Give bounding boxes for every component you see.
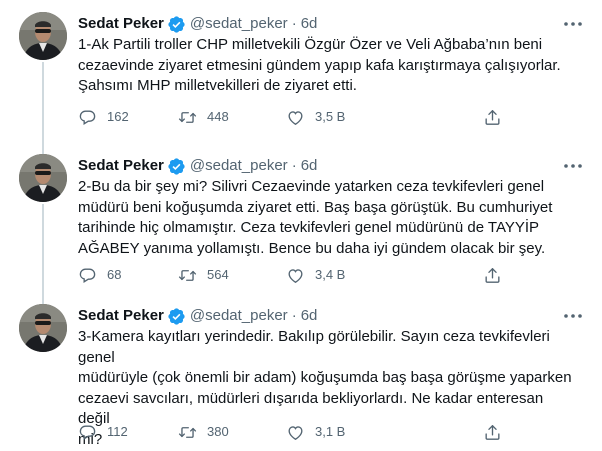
reply-icon bbox=[79, 424, 96, 440]
share-icon bbox=[485, 424, 500, 440]
tweet-text: 2-Bu da bir şey mi? Silivri Cezaevinde y… bbox=[78, 178, 553, 257]
reply-button[interactable]: 68 bbox=[78, 264, 121, 286]
tweet-actions: 162 448 3,5 B bbox=[78, 106, 578, 128]
share-icon bbox=[485, 267, 500, 283]
tweet-thread: Sedat Peker @sedat_peker · 6d 1-Ak Parti… bbox=[0, 0, 602, 451]
thread-connector-line bbox=[42, 62, 44, 154]
thread-connector-line bbox=[42, 204, 44, 304]
like-count: 3,1 B bbox=[315, 424, 346, 439]
author-name[interactable]: Sedat Peker bbox=[78, 156, 164, 176]
tweet-2[interactable]: Sedat Peker @sedat_peker · 6d 2-Bu da bi… bbox=[0, 142, 602, 304]
reply-button[interactable]: 162 bbox=[78, 106, 129, 128]
tweet-1[interactable]: Sedat Peker @sedat_peker · 6d 1-Ak Parti… bbox=[0, 0, 602, 154]
retweet-icon bbox=[178, 269, 197, 281]
retweet-count: 380 bbox=[207, 424, 229, 439]
retweet-icon bbox=[178, 426, 197, 438]
more-options-icon[interactable] bbox=[562, 158, 584, 174]
thread-connector-line bbox=[42, 142, 44, 152]
share-button[interactable] bbox=[483, 421, 502, 443]
reply-icon bbox=[79, 267, 96, 283]
heart-icon bbox=[288, 268, 303, 283]
avatar-photo bbox=[19, 154, 67, 202]
separator-dot: · bbox=[291, 157, 297, 174]
retweet-button[interactable]: 564 bbox=[178, 264, 229, 286]
separator-dot: · bbox=[291, 307, 297, 324]
heart-icon bbox=[288, 425, 303, 440]
tweet-text: 1-Ak Partili troller CHP milletvekili Öz… bbox=[78, 36, 561, 94]
reply-count: 162 bbox=[107, 109, 129, 124]
like-button[interactable]: 3,5 B bbox=[286, 106, 345, 128]
reply-count: 68 bbox=[107, 267, 122, 282]
retweet-icon bbox=[178, 111, 197, 123]
author-handle[interactable]: @sedat_peker bbox=[190, 14, 288, 34]
retweet-button[interactable]: 448 bbox=[178, 106, 229, 128]
retweet-count: 564 bbox=[207, 267, 229, 282]
author-handle[interactable]: @sedat_peker bbox=[190, 306, 288, 326]
timestamp[interactable]: 6d bbox=[301, 306, 318, 326]
verified-badge-icon bbox=[167, 307, 186, 326]
tweet-header: Sedat Peker @sedat_peker · 6d bbox=[78, 156, 317, 176]
tweet-header: Sedat Peker @sedat_peker · 6d bbox=[78, 306, 317, 326]
reply-icon bbox=[79, 109, 96, 125]
tweet-actions: 112 380 3,1 B bbox=[78, 421, 578, 443]
share-button[interactable] bbox=[483, 106, 502, 128]
more-options-icon[interactable] bbox=[562, 308, 584, 324]
author-name[interactable]: Sedat Peker bbox=[78, 306, 164, 326]
verified-badge-icon bbox=[167, 157, 186, 176]
author-name[interactable]: Sedat Peker bbox=[78, 14, 164, 34]
separator-dot: · bbox=[291, 15, 297, 32]
like-count: 3,4 B bbox=[315, 267, 346, 282]
like-button[interactable]: 3,4 B bbox=[286, 264, 345, 286]
timestamp[interactable]: 6d bbox=[301, 14, 318, 34]
avatar-photo bbox=[19, 12, 67, 60]
share-icon bbox=[485, 109, 500, 125]
avatar[interactable] bbox=[19, 12, 67, 60]
heart-icon bbox=[288, 110, 303, 125]
reply-button[interactable]: 112 bbox=[78, 421, 128, 443]
like-button[interactable]: 3,1 B bbox=[286, 421, 345, 443]
timestamp[interactable]: 6d bbox=[301, 156, 318, 176]
share-button[interactable] bbox=[483, 264, 502, 286]
verified-badge-icon bbox=[167, 15, 186, 34]
author-handle[interactable]: @sedat_peker bbox=[190, 156, 288, 176]
tweet-actions: 68 564 3,4 B bbox=[78, 264, 578, 286]
retweet-count: 448 bbox=[207, 109, 229, 124]
thread-connector-line bbox=[42, 292, 44, 302]
retweet-button[interactable]: 380 bbox=[178, 421, 229, 443]
tweet-3[interactable]: Sedat Peker @sedat_peker · 6d 3-Kamera k… bbox=[0, 292, 602, 451]
like-count: 3,5 B bbox=[315, 109, 346, 124]
reply-count: 112 bbox=[107, 424, 128, 439]
tweet-header: Sedat Peker @sedat_peker · 6d bbox=[78, 14, 317, 34]
avatar-photo bbox=[19, 304, 67, 352]
avatar[interactable] bbox=[19, 304, 67, 352]
avatar[interactable] bbox=[19, 154, 67, 202]
more-options-icon[interactable] bbox=[562, 16, 584, 32]
